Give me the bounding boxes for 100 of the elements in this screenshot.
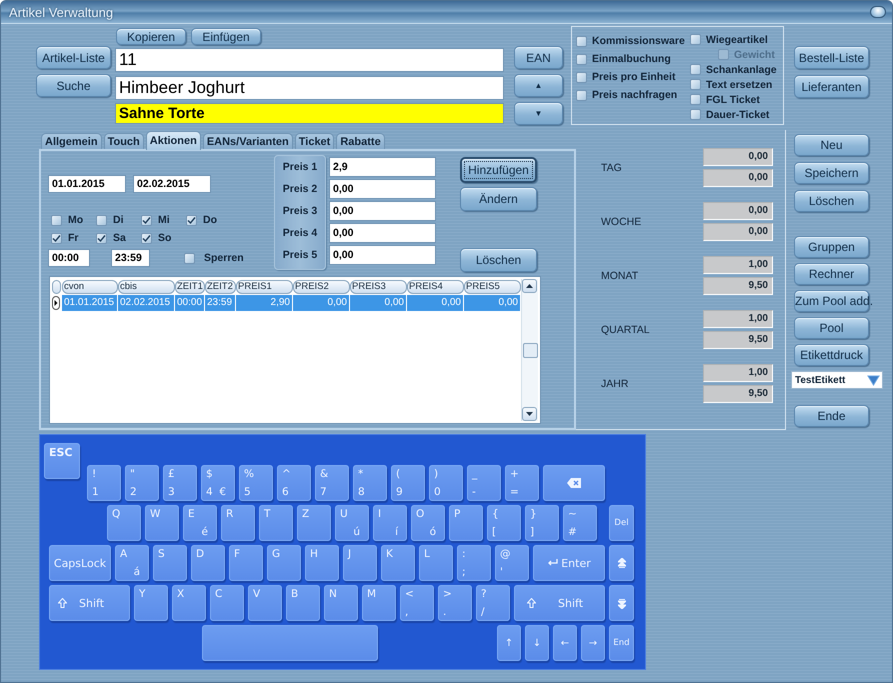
checkbox[interactable] bbox=[690, 34, 701, 45]
label-select[interactable]: TestEtikett bbox=[791, 371, 883, 389]
groups-button[interactable]: Gruppen bbox=[794, 236, 869, 258]
checkbox[interactable] bbox=[576, 72, 587, 82]
character-key[interactable]: _ - bbox=[467, 465, 501, 501]
column-header[interactable]: PREIS4 bbox=[407, 280, 464, 294]
character-key[interactable]: ! 1 bbox=[87, 465, 121, 501]
suppliers-button[interactable]: Lieferanten bbox=[794, 75, 869, 98]
arrow-key[interactable]: ← bbox=[553, 625, 577, 661]
checkbox[interactable] bbox=[576, 90, 587, 100]
scrollbar[interactable] bbox=[521, 279, 538, 421]
price-field[interactable]: 0,00 bbox=[329, 201, 436, 221]
scroll-thumb[interactable] bbox=[523, 343, 538, 358]
tab[interactable]: Allgemein bbox=[41, 133, 102, 149]
checkbox[interactable] bbox=[184, 252, 195, 264]
arrow-key[interactable]: ↑ bbox=[497, 625, 521, 661]
input-field[interactable]: 11 bbox=[115, 48, 504, 72]
character-key[interactable]: D bbox=[191, 545, 225, 581]
character-key[interactable]: C bbox=[210, 585, 244, 621]
input-field[interactable]: Himbeer Joghurt bbox=[115, 76, 504, 100]
title-bar-button[interactable] bbox=[870, 6, 886, 18]
shift-key[interactable]: Shift bbox=[514, 585, 605, 621]
exit-button[interactable]: Ende bbox=[794, 405, 869, 427]
character-key[interactable]: I í bbox=[373, 505, 407, 541]
character-key[interactable]: & 7 bbox=[315, 465, 349, 501]
column-header[interactable]: cvon bbox=[62, 280, 118, 294]
enter-key[interactable]: Enter bbox=[533, 545, 605, 581]
character-key[interactable]: : ; bbox=[457, 545, 491, 581]
column-header[interactable]: PREIS1 bbox=[236, 280, 293, 294]
character-key[interactable]: H bbox=[305, 545, 339, 581]
calculator-button[interactable]: Rechner bbox=[794, 263, 869, 285]
character-key[interactable]: ) 0 bbox=[429, 465, 463, 501]
character-key[interactable]: % 5 bbox=[239, 465, 273, 501]
copy-button[interactable]: Kopieren bbox=[116, 28, 186, 45]
character-key[interactable]: Y bbox=[134, 585, 168, 621]
scroll-down-button[interactable] bbox=[522, 407, 537, 421]
shift-key[interactable]: Shift bbox=[49, 585, 130, 621]
character-key[interactable]: > . bbox=[438, 585, 472, 621]
character-key[interactable]: E é bbox=[183, 505, 217, 541]
page-up-key[interactable] bbox=[609, 545, 634, 581]
character-key[interactable]: S bbox=[153, 545, 187, 581]
character-key[interactable]: " 2 bbox=[125, 465, 159, 501]
price-field[interactable]: 2,9 bbox=[329, 157, 436, 177]
character-key[interactable]: V bbox=[248, 585, 282, 621]
new-button[interactable]: Neu bbox=[794, 134, 869, 156]
character-key[interactable]: ? / bbox=[476, 585, 510, 621]
checkbox[interactable] bbox=[186, 214, 197, 226]
character-key[interactable]: X bbox=[172, 585, 206, 621]
search-button[interactable]: Suche bbox=[36, 74, 111, 97]
character-key[interactable]: T bbox=[259, 505, 293, 541]
checkbox[interactable] bbox=[576, 54, 587, 64]
edit-button[interactable]: Ändern bbox=[460, 187, 537, 211]
column-header[interactable]: cbis bbox=[118, 280, 175, 294]
checkbox[interactable] bbox=[96, 214, 107, 226]
time-to-field[interactable]: 23:59 bbox=[111, 249, 150, 267]
tab[interactable]: Rabatte bbox=[336, 133, 385, 149]
character-key[interactable]: Q bbox=[107, 505, 141, 541]
price-field[interactable]: 0,00 bbox=[329, 223, 436, 243]
delete-record-button[interactable]: Löschen bbox=[794, 190, 869, 212]
checkbox[interactable] bbox=[690, 109, 701, 120]
column-header[interactable]: PREIS3 bbox=[350, 280, 407, 294]
character-key[interactable]: } ] bbox=[525, 505, 559, 541]
character-key[interactable]: £ 3 bbox=[163, 465, 197, 501]
up-button[interactable]: ▲ bbox=[514, 74, 563, 97]
arrow-key[interactable]: ↓ bbox=[525, 625, 549, 661]
checkbox[interactable] bbox=[51, 214, 62, 226]
character-key[interactable]: K bbox=[381, 545, 415, 581]
ean-button[interactable]: EAN bbox=[514, 46, 563, 69]
character-key[interactable]: Z bbox=[297, 505, 331, 541]
character-key[interactable]: O ó bbox=[411, 505, 445, 541]
article-list-button[interactable]: Artikel-Liste bbox=[36, 46, 111, 69]
character-key[interactable]: @ ' bbox=[495, 545, 529, 581]
character-key[interactable]: < , bbox=[400, 585, 434, 621]
delete-button[interactable]: Löschen bbox=[460, 248, 537, 272]
price-field[interactable]: 0,00 bbox=[329, 245, 436, 265]
character-key[interactable]: B bbox=[286, 585, 320, 621]
tab[interactable]: Ticket bbox=[294, 133, 334, 149]
time-from-field[interactable]: 00:00 bbox=[48, 249, 90, 267]
character-key[interactable]: ( 9 bbox=[391, 465, 425, 501]
esc-key[interactable]: ESC bbox=[44, 443, 80, 479]
down-button[interactable]: ▼ bbox=[514, 102, 563, 125]
checkbox[interactable] bbox=[96, 232, 107, 244]
character-key[interactable]: P bbox=[449, 505, 483, 541]
column-header[interactable]: PREIS5 bbox=[464, 280, 521, 294]
scroll-up-button[interactable] bbox=[522, 279, 537, 293]
character-key[interactable]: A á bbox=[115, 545, 149, 581]
page-down-key[interactable] bbox=[609, 585, 634, 621]
tab[interactable]: Touch bbox=[104, 133, 144, 149]
arrow-key[interactable]: → bbox=[581, 625, 605, 661]
column-header[interactable]: ZEIT1 bbox=[175, 280, 205, 294]
checkbox[interactable] bbox=[690, 64, 701, 75]
caps-lock-key[interactable]: CapsLock bbox=[49, 545, 111, 581]
column-header[interactable]: ZEIT2 bbox=[205, 280, 236, 294]
date-from-field[interactable]: 01.01.2015 bbox=[48, 175, 126, 193]
character-key[interactable]: * 8 bbox=[353, 465, 387, 501]
space-bar[interactable] bbox=[202, 625, 378, 661]
add-button[interactable]: Hinzufügen bbox=[460, 157, 537, 183]
checkbox[interactable] bbox=[141, 232, 152, 244]
end-key[interactable]: End bbox=[609, 625, 634, 661]
backspace-key[interactable] bbox=[543, 465, 605, 501]
